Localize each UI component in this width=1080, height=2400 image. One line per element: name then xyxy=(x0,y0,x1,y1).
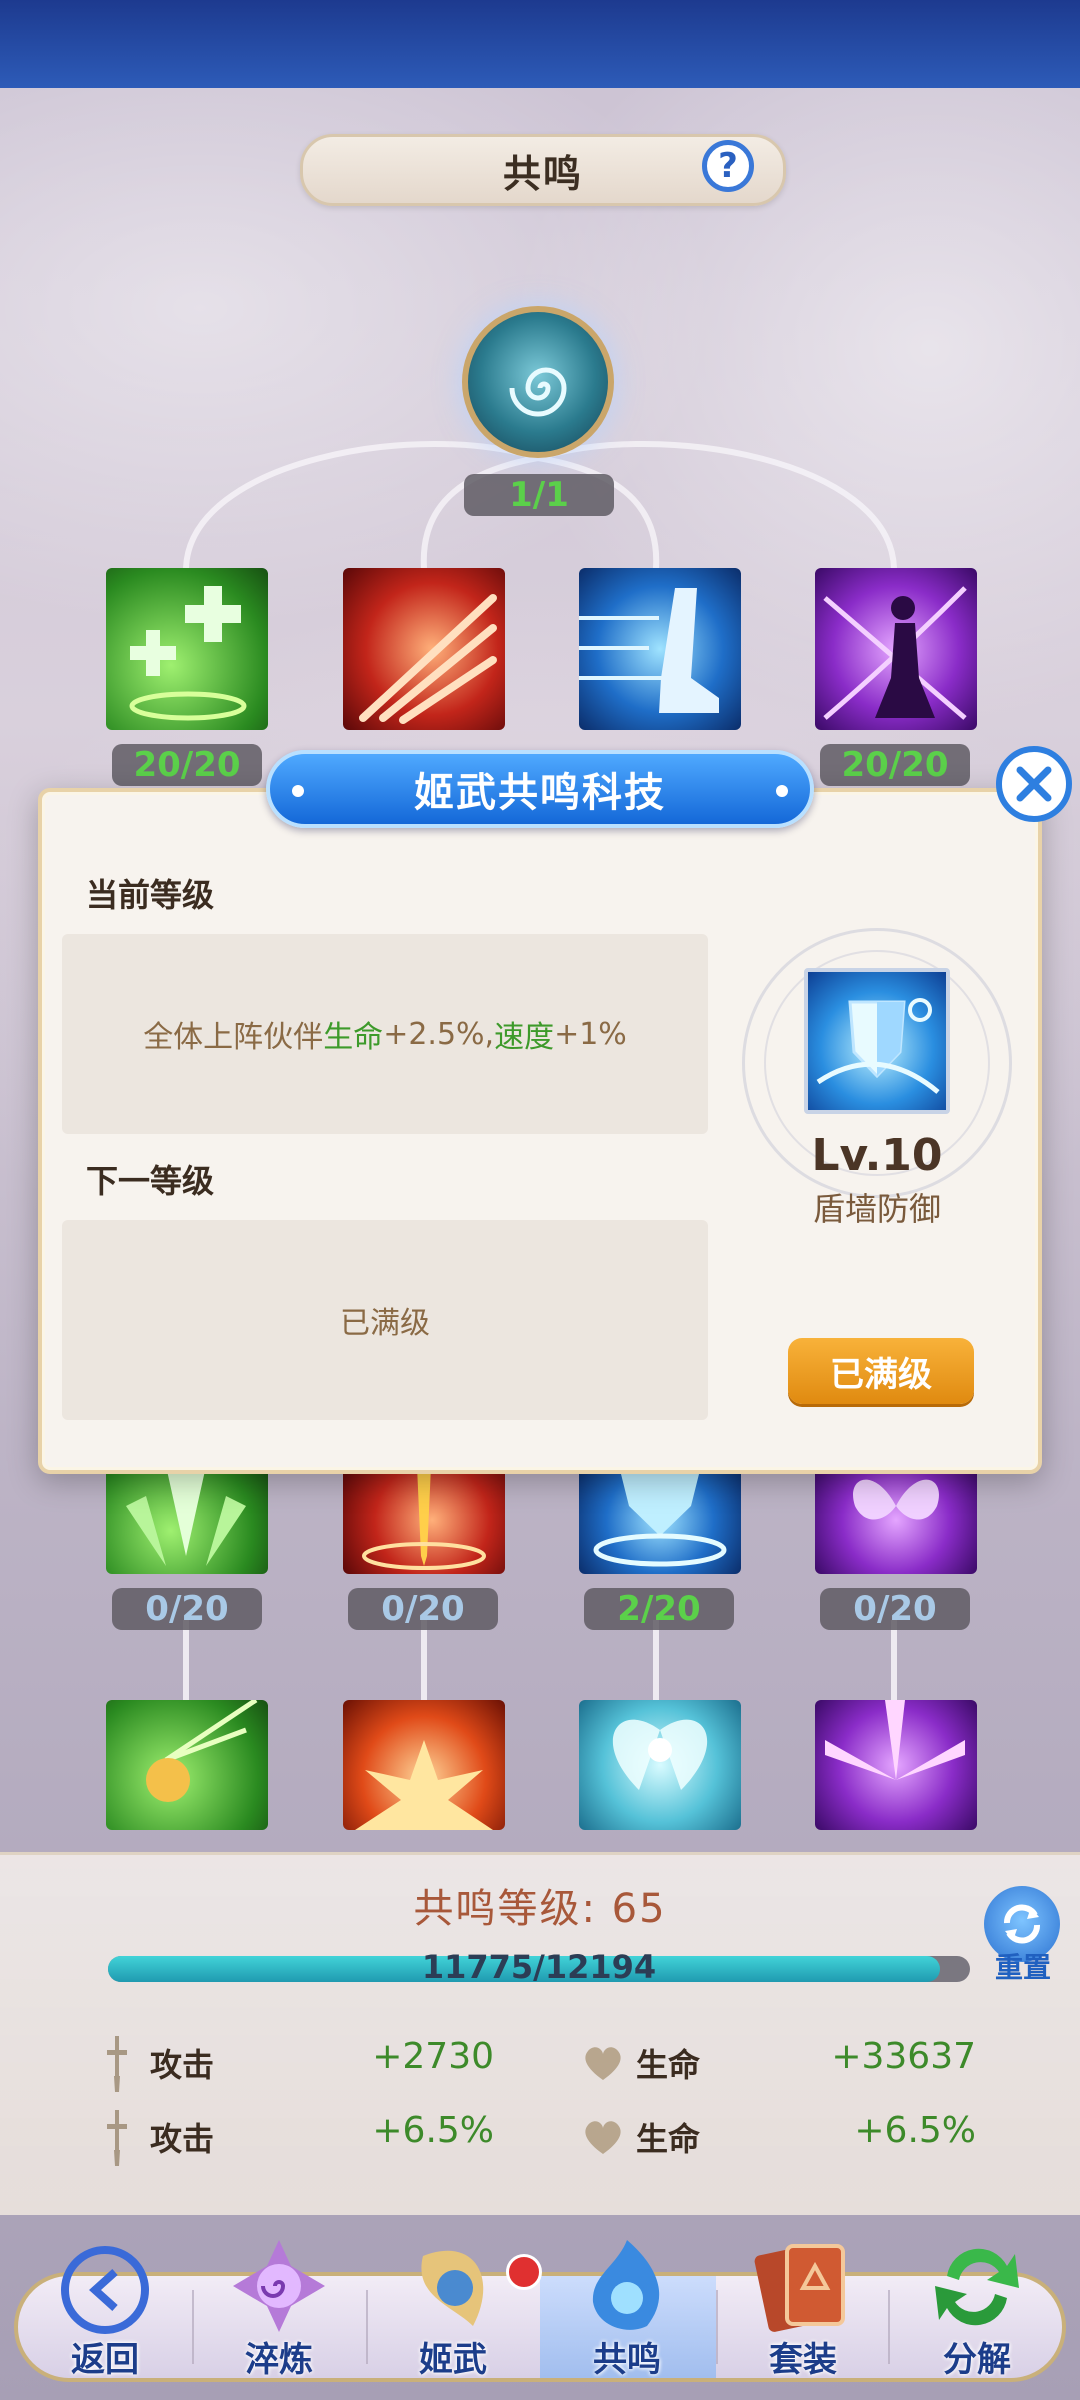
nav-separator xyxy=(716,2290,718,2364)
stat-value-hp: +33637 xyxy=(831,2036,976,2077)
tier2-count-3: 2/20 xyxy=(584,1588,734,1630)
current-effect-prefix: 全体上阵伙伴 xyxy=(143,1020,324,1055)
current-level-label: 当前等级 xyxy=(86,876,215,914)
tier1-count-1: 20/20 xyxy=(112,744,262,786)
skill-tile-green-2[interactable] xyxy=(106,1466,268,1574)
progress-text: 11775/12194 xyxy=(421,1948,657,1986)
nav-label-refine: 淬炼 xyxy=(245,2340,313,2380)
weapon-icon xyxy=(421,2250,484,2326)
set-icon xyxy=(754,2244,845,2332)
skill-level: Lv.10 xyxy=(811,1130,943,1181)
crystal-icon xyxy=(126,1466,246,1566)
banner-dot-right xyxy=(776,785,788,797)
back-icon xyxy=(61,2246,149,2334)
stat-label-hp-pct: 生命 xyxy=(636,2120,701,2158)
close-button[interactable] xyxy=(996,746,1072,822)
flower-icon xyxy=(146,1700,258,1802)
skill-tile-cyan-3[interactable] xyxy=(579,1700,741,1830)
shield-icon xyxy=(593,1466,727,1567)
shield-icon xyxy=(816,998,940,1094)
nav-label-weapon: 姬武 xyxy=(419,2340,487,2380)
shield-wall-icon xyxy=(804,968,950,1114)
sword-icon xyxy=(107,2036,127,2092)
nav-decompose[interactable]: 分解 xyxy=(902,2236,1052,2396)
modal-title-banner: 姬武共鸣科技 xyxy=(266,750,814,828)
skill-name: 盾墙防御 xyxy=(812,1190,941,1228)
stat-label-attack: 攻击 xyxy=(150,2046,215,2084)
nav-refine[interactable]: 淬炼 xyxy=(204,2236,354,2396)
skill-tile-purple-3[interactable] xyxy=(815,1700,977,1830)
nav-separator xyxy=(366,2290,368,2364)
refresh-icon xyxy=(1004,1904,1040,1944)
nav-back[interactable]: 返回 xyxy=(30,2236,180,2396)
current-level-box: 全体上阵伙伴 生命 +2.5%, 速度 +1% xyxy=(62,934,708,1134)
skill-tile-dodge[interactable] xyxy=(815,568,977,730)
stat-value-hp-pct: +6.5% xyxy=(854,2110,976,2151)
sword-icon xyxy=(362,1466,486,1570)
decompose-icon xyxy=(935,2248,1019,2326)
nav-separator xyxy=(192,2290,194,2364)
skill-tile-blue-2[interactable] xyxy=(579,1466,741,1574)
current-stat-speed: 速度 xyxy=(494,1020,555,1055)
swirl-icon xyxy=(509,367,567,417)
skill-tile-red-2[interactable] xyxy=(343,1466,505,1574)
nav-label-set: 套装 xyxy=(769,2340,837,2380)
skill-tile-purple-2[interactable] xyxy=(815,1466,977,1574)
stat-value-attack: +2730 xyxy=(372,2036,494,2077)
heart-icon xyxy=(585,2121,621,2154)
tier2-count-1: 0/20 xyxy=(112,1588,262,1630)
nav-label-resonance: 共鸣 xyxy=(593,2340,661,2380)
slash-icon xyxy=(359,594,497,724)
modal-title: 姬武共鸣科技 xyxy=(414,770,666,816)
close-icon xyxy=(1016,766,1052,802)
angel-icon xyxy=(612,1719,708,1790)
boot-icon xyxy=(579,588,719,713)
skill-tile-slash[interactable] xyxy=(343,568,505,730)
nav-separator xyxy=(888,2290,890,2364)
tier2-count-4: 0/20 xyxy=(820,1588,970,1630)
banner-dot-left xyxy=(292,785,304,797)
stat-label-attack-pct: 攻击 xyxy=(150,2120,215,2158)
resonance-level: 共鸣等级: 65 xyxy=(413,1886,667,1932)
refine-icon xyxy=(233,2240,325,2332)
butterfly-icon xyxy=(853,1479,939,1520)
stat-label-hp: 生命 xyxy=(636,2046,701,2084)
skill-tile-green-3[interactable] xyxy=(106,1700,268,1830)
figure-icon xyxy=(823,586,967,720)
reset-label[interactable]: 重置 xyxy=(982,1946,1064,1986)
resonance-icon xyxy=(592,2240,660,2330)
plus-cross-icon xyxy=(129,586,247,721)
nav-weapon[interactable]: 姬武 xyxy=(378,2236,528,2396)
nav-label-decompose: 分解 xyxy=(943,2340,1011,2380)
sword-icon xyxy=(107,2110,127,2166)
nav-label-back: 返回 xyxy=(71,2340,139,2380)
next-level-label: 下一等级 xyxy=(86,1162,215,1200)
max-level-button[interactable]: 已满级 xyxy=(788,1338,974,1404)
current-val-speed: +1% xyxy=(554,1016,627,1052)
skill-tile-heal[interactable] xyxy=(106,568,268,730)
tier1-count-4: 20/20 xyxy=(820,744,970,786)
tier2-count-2: 0/20 xyxy=(348,1588,498,1630)
next-level-box: 已满级 xyxy=(62,1220,708,1420)
root-skill-node[interactable] xyxy=(462,306,614,458)
current-stat-hp: 生命 xyxy=(323,1020,384,1055)
skill-tile-orange-3[interactable] xyxy=(343,1700,505,1830)
shatter-icon xyxy=(825,1700,965,1780)
skill-tile-speed[interactable] xyxy=(579,568,741,730)
nav-resonance[interactable]: 共鸣 xyxy=(552,2236,702,2396)
root-count: 1/1 xyxy=(464,474,614,516)
explosion-icon xyxy=(355,1740,493,1830)
notification-dot xyxy=(506,2254,542,2290)
stat-value-attack-pct: +6.5% xyxy=(372,2110,494,2151)
next-level-text: 已满级 xyxy=(340,1306,430,1341)
heart-icon xyxy=(585,2047,621,2080)
current-val-hp: +2.5%, xyxy=(383,1016,495,1052)
nav-set[interactable]: 套装 xyxy=(728,2236,878,2396)
